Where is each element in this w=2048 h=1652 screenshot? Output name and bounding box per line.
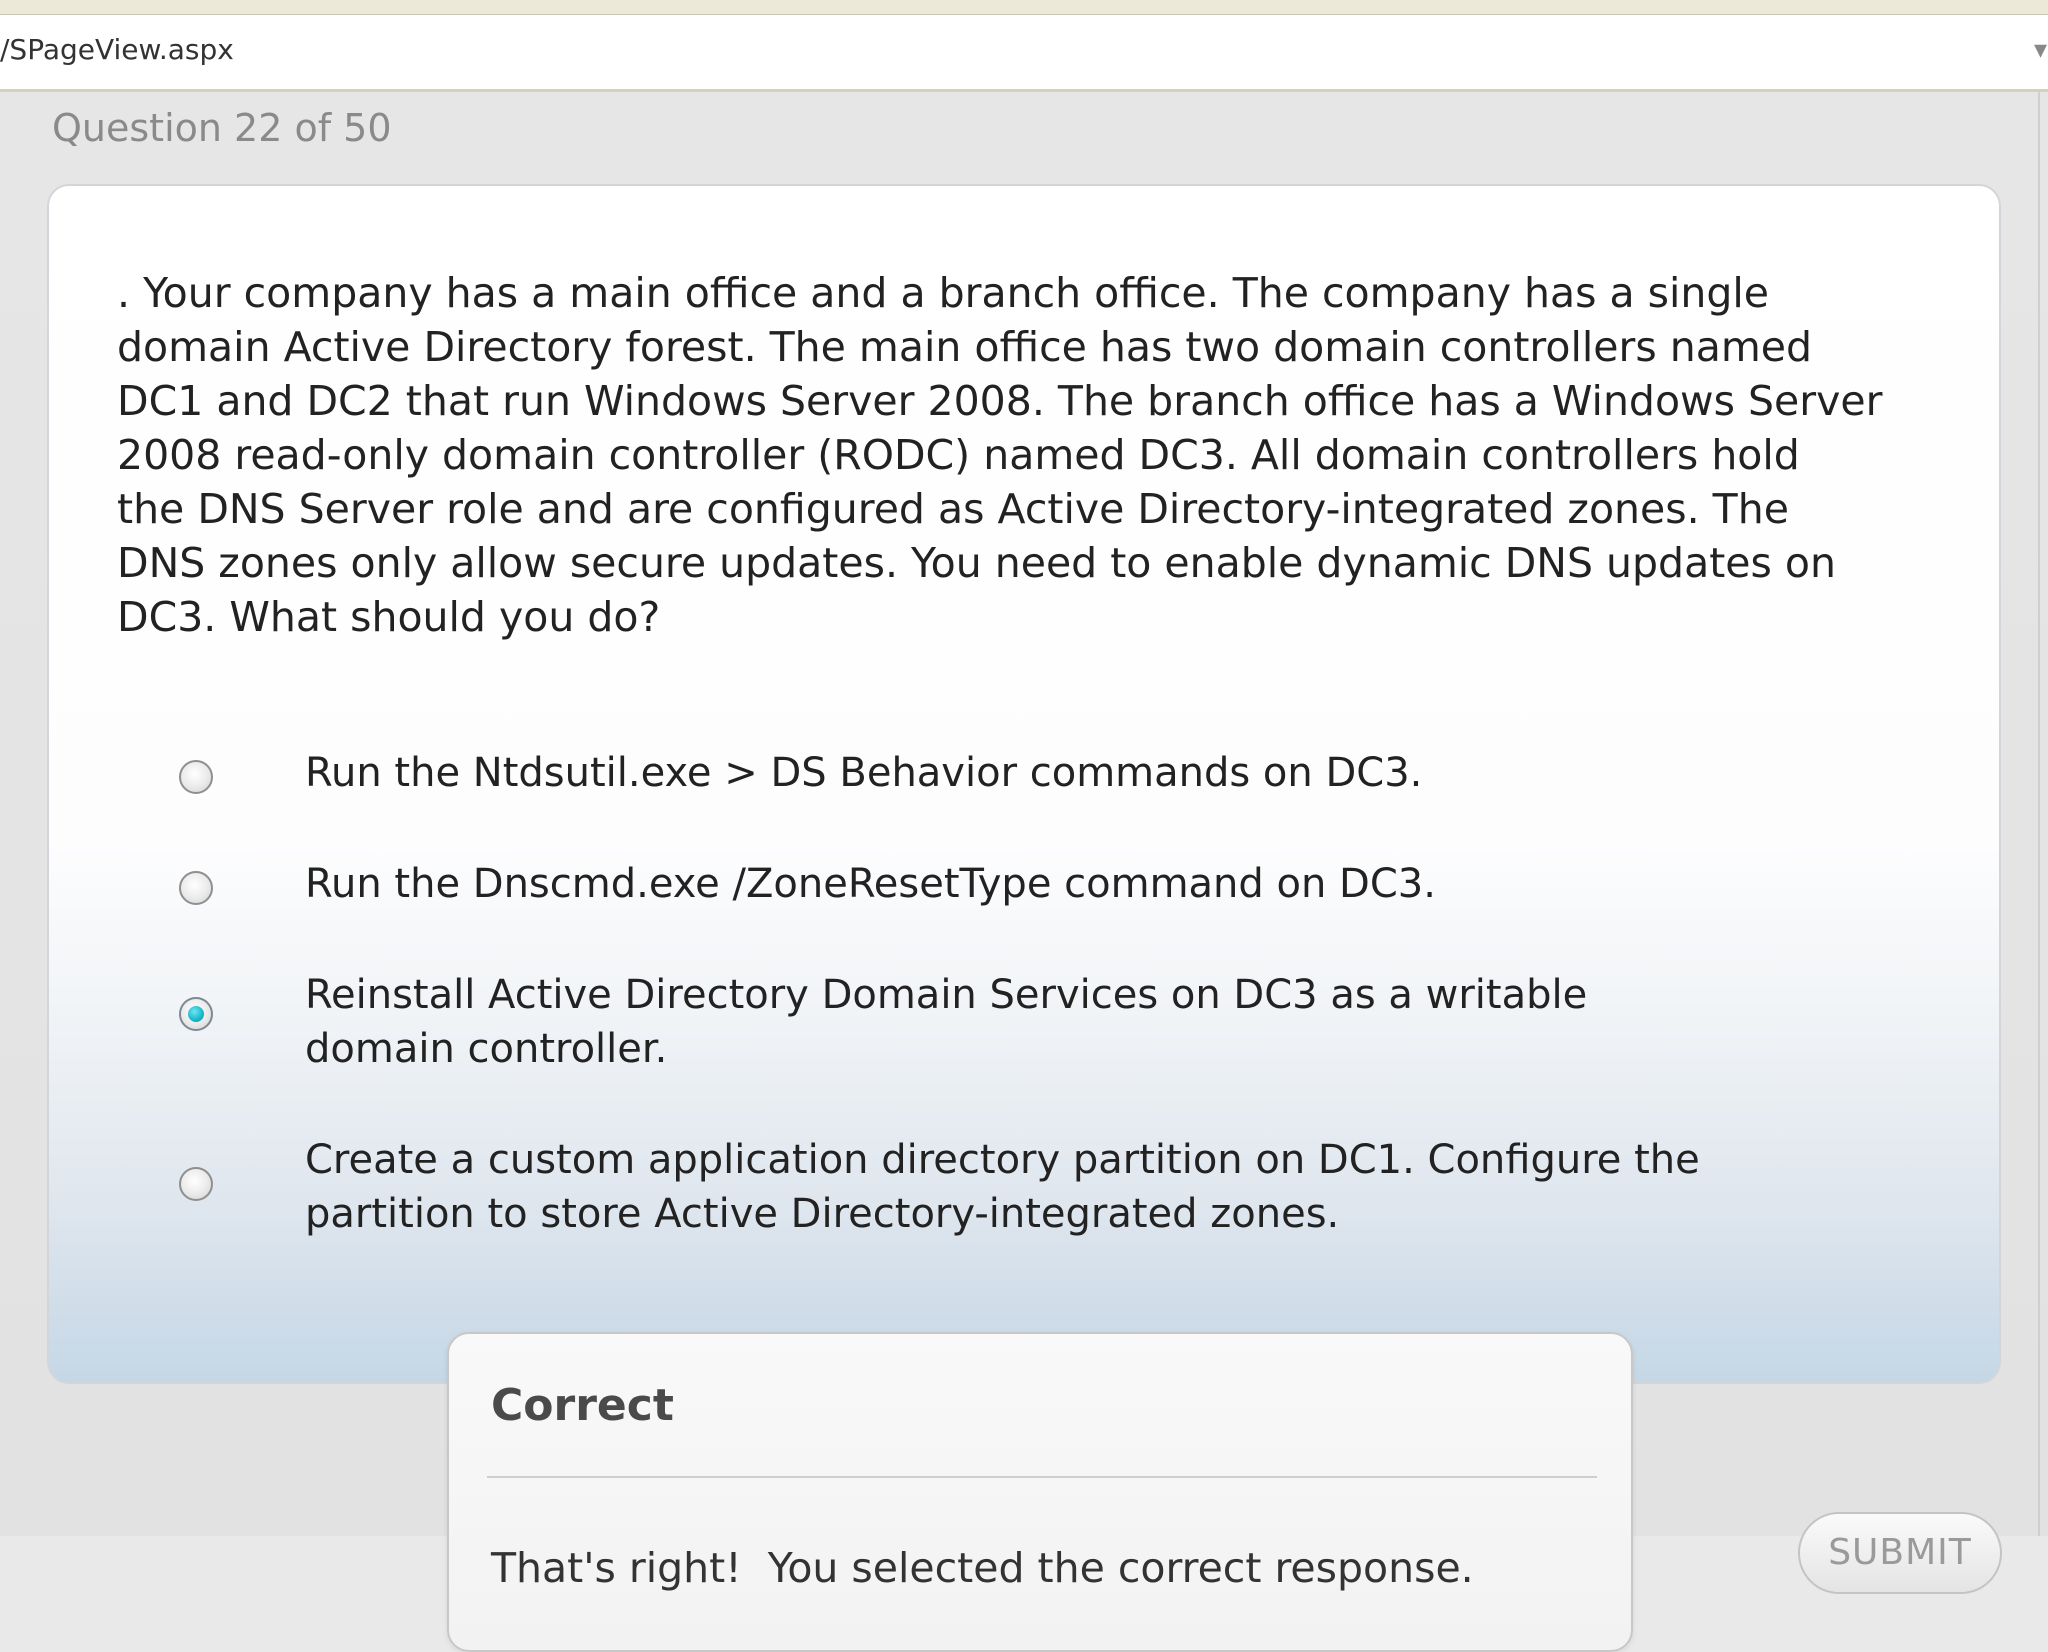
answer-option-label[interactable]: Reinstall Active Directory Domain Servic… bbox=[305, 968, 1705, 1076]
submit-button[interactable]: SUBMIT bbox=[1798, 1512, 2002, 1594]
question-card: . Your company has a main office and a b… bbox=[47, 184, 2001, 1384]
feedback-message: That's right! You selected the correct r… bbox=[491, 1544, 1474, 1592]
feedback-title: Correct bbox=[491, 1380, 674, 1431]
answer-option-label[interactable]: Run the Dnscmd.exe /ZoneResetType comman… bbox=[305, 857, 1865, 911]
browser-title-strip bbox=[0, 0, 2048, 15]
question-text: . Your company has a main office and a b… bbox=[117, 269, 1883, 641]
feedback-divider bbox=[487, 1476, 1597, 1478]
address-bar[interactable]: /SPageView.aspx ▾ bbox=[0, 14, 2048, 92]
quiz-frame: Question 22 of 50 . Your company has a m… bbox=[0, 92, 2040, 1652]
answer-option-label[interactable]: Run the Ntdsutil.exe > DS Behavior comma… bbox=[305, 746, 1865, 800]
answer-option-label[interactable]: Create a custom application directory pa… bbox=[305, 1133, 1865, 1241]
radio-option-2[interactable] bbox=[179, 871, 213, 905]
radio-option-3-selected[interactable] bbox=[179, 997, 213, 1031]
quiz-app: Question 22 of 50 . Your company has a m… bbox=[0, 92, 2048, 1652]
question-counter: Question 22 of 50 bbox=[52, 106, 392, 150]
radio-option-1[interactable] bbox=[179, 760, 213, 794]
address-text[interactable]: /SPageView.aspx bbox=[0, 33, 234, 66]
radio-option-4[interactable] bbox=[179, 1167, 213, 1201]
address-dropdown-icon[interactable]: ▾ bbox=[2034, 35, 2048, 75]
feedback-popup: Correct That's right! You selected the c… bbox=[447, 1332, 1633, 1652]
